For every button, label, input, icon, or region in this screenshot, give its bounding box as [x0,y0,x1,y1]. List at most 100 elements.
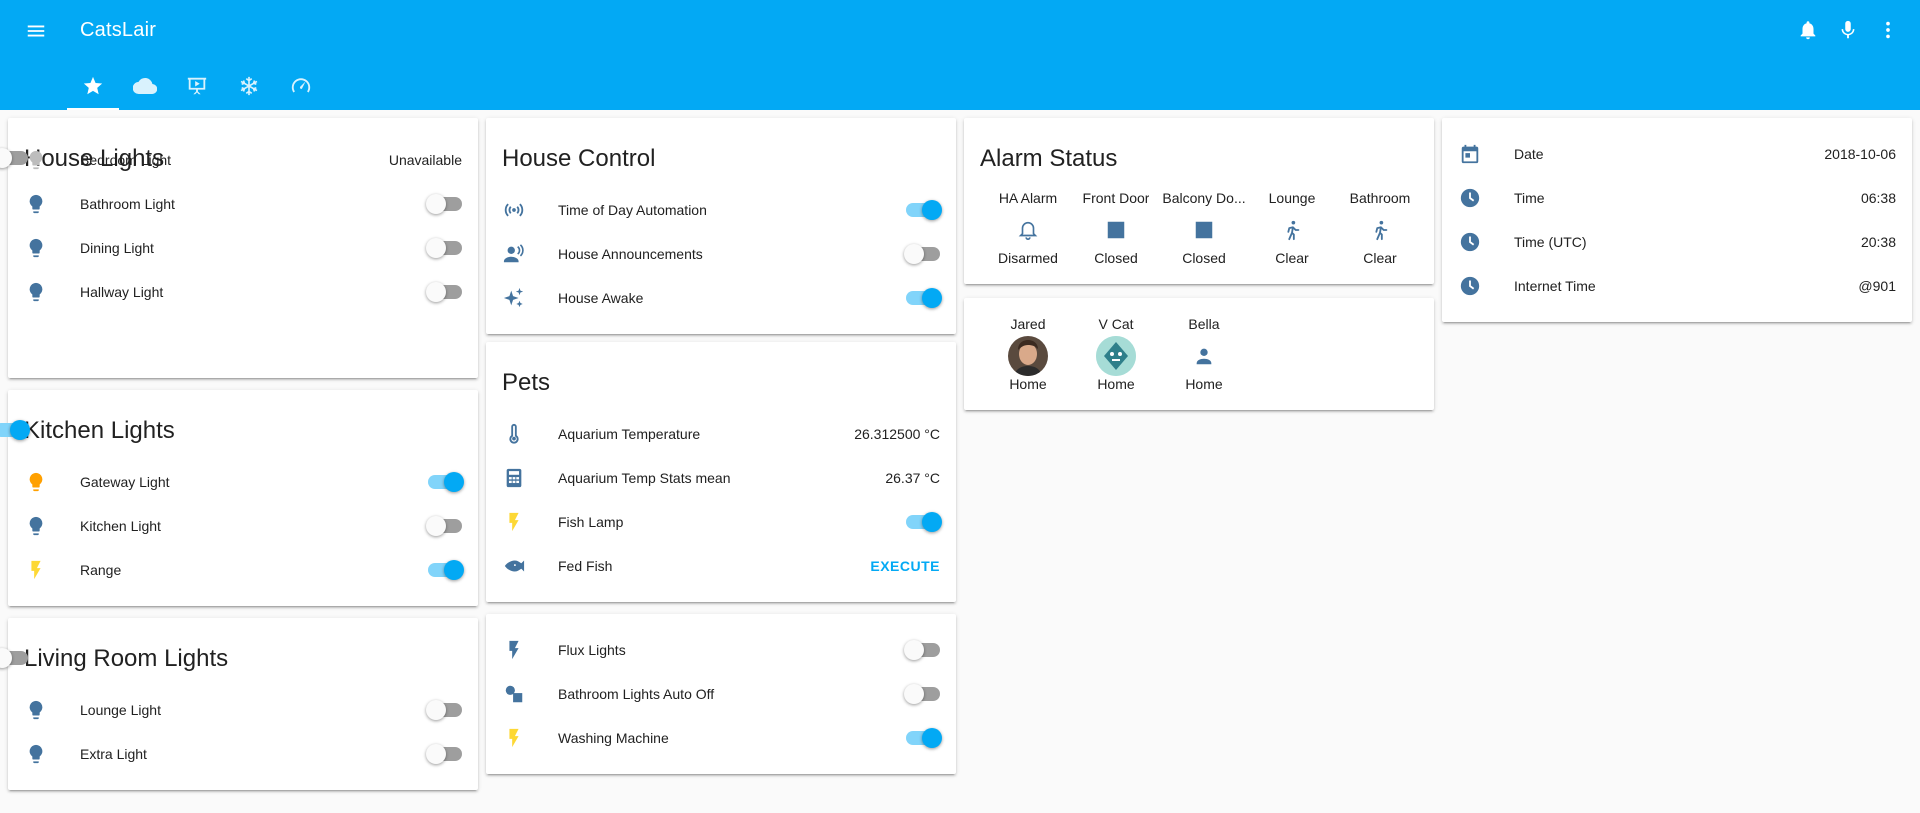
entity-row-hallway-light: Hallway Light [8,272,478,312]
walk-icon [1281,210,1303,250]
entity-row-flux-lights: Flux Lights [486,630,956,670]
badge-name: HA Alarm [998,190,1058,206]
avatar-robot [1096,336,1136,376]
washing-machine-toggle[interactable] [904,728,942,748]
entity-state: 26.312500 °C [854,426,940,442]
entity-row-fish-lamp: Fish Lamp [486,502,956,542]
entity-name: Lounge Light [80,702,161,718]
badge-person-jared[interactable]: Jared Home [984,316,1072,396]
speedometer-icon [291,78,311,93]
entity-row-extra-light: Extra Light [8,734,478,774]
notifications-button[interactable] [1792,14,1824,46]
tab-system[interactable] [275,62,327,110]
fish-icon [502,554,526,578]
avatar [1008,336,1048,376]
entity-row-date[interactable]: Date 2018-10-06 [1442,134,1912,174]
gateway-light-toggle[interactable] [426,472,464,492]
more-options-button[interactable] [1872,14,1904,46]
entity-name: Bathroom Lights Auto Off [558,686,715,702]
kitchen-light-toggle[interactable] [426,516,462,536]
snowflake-icon [240,76,258,96]
entity-name: Aquarium Temperature [558,426,701,442]
entity-row-range: Range [8,550,478,590]
fed-fish-execute-button[interactable]: EXECUTE [870,558,940,574]
living-room-lights-master-toggle[interactable] [0,648,28,668]
sparkle-icon [502,286,526,310]
thermometer-icon [502,422,526,446]
badge-bathroom[interactable]: Bathroom Clear [1336,190,1424,270]
extra-light-toggle[interactable] [426,744,462,764]
badge-ha-alarm[interactable]: HA Alarm Disarmed [984,190,1072,270]
badge-name: V Cat [1098,316,1134,332]
card-title: Pets [502,369,551,396]
house-control-card: House Control Time of Day Automation Hou… [486,118,956,334]
entity-state: 2018-10-06 [1824,146,1896,162]
dining-light-toggle[interactable] [426,238,462,258]
bathroom-lights-auto-off-toggle[interactable] [904,684,940,704]
entity-row-aquarium-temperature[interactable]: Aquarium Temperature 26.312500 °C [486,414,956,454]
entity-name: Dining Light [80,240,154,256]
entity-name: House Awake [558,290,644,306]
entity-row-time[interactable]: Time 06:38 [1442,178,1912,218]
bathroom-light-toggle[interactable] [426,194,462,214]
fish-lamp-toggle[interactable] [904,512,942,532]
alarm-badge-strip: HA Alarm Disarmed Front Door Closed Balc… [984,190,1424,270]
badge-balcony-door[interactable]: Balcony Do... Closed [1160,190,1248,270]
badge-name: Bathroom [1349,190,1411,206]
entity-row-bedroom-light[interactable]: Bedroom Light Unavailable [8,140,478,180]
entity-row-time-utc[interactable]: Time (UTC) 20:38 [1442,222,1912,262]
entity-name: Time of Day Automation [558,202,707,218]
time-of-day-automation-toggle[interactable] [904,200,942,220]
more-vertical-icon [1886,21,1890,39]
badge-person-v-cat[interactable]: V Cat Home [1072,316,1160,396]
entity-row-dining-light: Dining Light [8,228,478,268]
tab-weather[interactable] [119,62,171,110]
entity-row-aquarium-temp-stats-mean[interactable]: Aquarium Temp Stats mean 26.37 °C [486,458,956,498]
badge-lounge[interactable]: Lounge Clear [1248,190,1336,270]
entity-name: Washing Machine [558,730,669,746]
entity-name: Gateway Light [80,474,170,490]
menu-icon [27,25,45,37]
entity-name: Date [1514,146,1544,162]
tab-climate[interactable] [223,62,275,110]
account-icon [1193,336,1215,376]
house-announcements-toggle[interactable] [904,244,940,264]
flux-lights-toggle[interactable] [904,640,940,660]
badge-state: Home [1185,376,1223,392]
house-lights-card: House Lights Bedroom Light Unavailable B… [0,118,478,378]
range-toggle[interactable] [426,560,464,580]
entity-row-house-awake: House Awake [486,278,956,318]
menu-button[interactable] [20,15,52,47]
entity-row-internet-time[interactable]: Internet Time @901 [1442,266,1912,306]
entity-row-washing-machine: Washing Machine [486,718,956,758]
entity-name: Bedroom Light [80,152,172,168]
card-title: House Control [502,145,656,172]
card-title: Kitchen Lights [24,417,175,444]
walk-icon [1369,210,1391,250]
entity-name: Fish Lamp [558,514,624,530]
hallway-light-toggle[interactable] [426,282,462,302]
lightbulb-icon [24,742,48,766]
cloud-icon [133,77,157,95]
entity-state: 06:38 [1860,190,1896,206]
house-awake-toggle[interactable] [904,288,942,308]
tab-favorites[interactable] [67,62,119,110]
entity-name: Time [1514,190,1545,206]
kitchen-lights-master-toggle[interactable] [0,420,30,440]
badge-name: Jared [1010,316,1046,332]
entity-name: Hallway Light [80,284,164,300]
broadcast-icon [502,198,526,222]
clock-icon [1458,186,1482,210]
badge-front-door[interactable]: Front Door Closed [1072,190,1160,270]
lightbulb-icon [24,192,48,216]
square-icon [1193,210,1215,250]
lounge-light-toggle[interactable] [426,700,462,720]
tab-media[interactable] [171,62,223,110]
voice-command-button[interactable] [1832,14,1864,46]
badge-name: Bella [1188,316,1220,332]
entity-row-house-announcements: House Announcements [486,234,956,274]
badge-state: Closed [1182,250,1226,266]
entity-name: Time (UTC) [1514,234,1587,250]
lightbulb-icon [24,236,48,260]
badge-person-bella[interactable]: Bella Home [1160,316,1248,396]
